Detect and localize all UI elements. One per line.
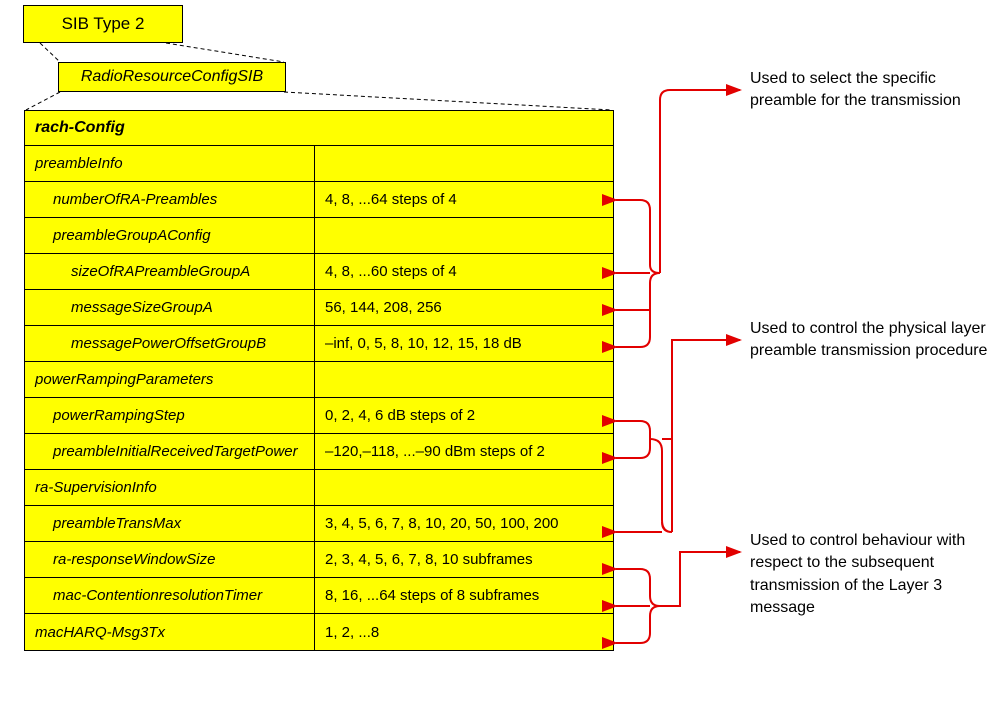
param-value: 3, 4, 5, 6, 7, 8, 10, 20, 50, 100, 200 xyxy=(315,506,613,541)
table-header: rach-Config xyxy=(25,111,613,146)
param-label: ra-SupervisionInfo xyxy=(25,470,315,505)
param-label: preambleGroupAConfig xyxy=(25,218,315,253)
annotation-layer3: Used to control behaviour with respect t… xyxy=(750,530,990,620)
param-value: 56, 144, 208, 256 xyxy=(315,290,613,325)
param-value: –120,–118, ...–90 dBm steps of 2 xyxy=(315,434,613,469)
param-value: 1, 2, ...8 xyxy=(315,614,613,650)
table-row: ra-SupervisionInfo xyxy=(25,470,613,506)
param-value: 4, 8, ...60 steps of 4 xyxy=(315,254,613,289)
param-label: preambleTransMax xyxy=(25,506,315,541)
table-rows: preambleInfonumberOfRA-Preambles4, 8, ..… xyxy=(25,146,613,650)
param-label: sizeOfRAPreambleGroupA xyxy=(25,254,315,289)
table-row: preambleTransMax3, 4, 5, 6, 7, 8, 10, 20… xyxy=(25,506,613,542)
table-row: powerRampingParameters xyxy=(25,362,613,398)
param-label: messagePowerOffsetGroupB xyxy=(25,326,315,361)
param-label: powerRampingParameters xyxy=(25,362,315,397)
param-label: powerRampingStep xyxy=(25,398,315,433)
param-value: –inf, 0, 5, 8, 10, 12, 15, 18 dB xyxy=(315,326,613,361)
table-row: powerRampingStep0, 2, 4, 6 dB steps of 2 xyxy=(25,398,613,434)
sib-title: SIB Type 2 xyxy=(62,14,145,34)
table-row: numberOfRA-Preambles4, 8, ...64 steps of… xyxy=(25,182,613,218)
table-row: preambleInitialReceivedTargetPower–120,–… xyxy=(25,434,613,470)
param-label: preambleInitialReceivedTargetPower xyxy=(25,434,315,469)
sib-type-box: SIB Type 2 xyxy=(23,5,183,43)
param-label: mac-ContentionresolutionTimer xyxy=(25,578,315,613)
param-value: 2, 3, 4, 5, 6, 7, 8, 10 subframes xyxy=(315,542,613,577)
param-label: macHARQ-Msg3Tx xyxy=(25,614,315,650)
rach-config-table: rach-Config preambleInfonumberOfRA-Pream… xyxy=(24,110,614,651)
table-row: preambleGroupAConfig xyxy=(25,218,613,254)
param-label: preambleInfo xyxy=(25,146,315,181)
rrc-title: RadioResourceConfigSIB xyxy=(81,68,263,86)
param-value xyxy=(315,470,613,505)
annotation-preamble-select: Used to select the specific preamble for… xyxy=(750,68,990,113)
annotation-phy-layer: Used to control the physical layer pream… xyxy=(750,318,990,363)
param-value: 8, 16, ...64 steps of 8 subframes xyxy=(315,578,613,613)
table-row: ra-responseWindowSize2, 3, 4, 5, 6, 7, 8… xyxy=(25,542,613,578)
table-row: preambleInfo xyxy=(25,146,613,182)
table-row: macHARQ-Msg3Tx1, 2, ...8 xyxy=(25,614,613,650)
param-value: 0, 2, 4, 6 dB steps of 2 xyxy=(315,398,613,433)
table-row: messagePowerOffsetGroupB–inf, 0, 5, 8, 1… xyxy=(25,326,613,362)
param-value: 4, 8, ...64 steps of 4 xyxy=(315,182,613,217)
param-value xyxy=(315,362,613,397)
rrc-config-box: RadioResourceConfigSIB xyxy=(58,62,286,92)
param-label: numberOfRA-Preambles xyxy=(25,182,315,217)
table-row: sizeOfRAPreambleGroupA4, 8, ...60 steps … xyxy=(25,254,613,290)
param-label: messageSizeGroupA xyxy=(25,290,315,325)
param-value xyxy=(315,146,613,181)
param-label: ra-responseWindowSize xyxy=(25,542,315,577)
table-row: mac-ContentionresolutionTimer8, 16, ...6… xyxy=(25,578,613,614)
param-value xyxy=(315,218,613,253)
table-row: messageSizeGroupA56, 144, 208, 256 xyxy=(25,290,613,326)
